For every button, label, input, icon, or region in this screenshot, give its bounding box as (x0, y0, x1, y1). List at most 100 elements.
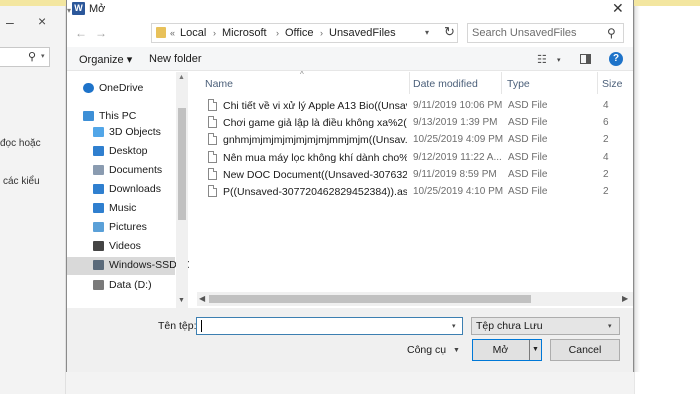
nav-item[interactable]: Pictures (93, 219, 175, 237)
file-icon (208, 116, 217, 129)
sort-ascending-icon: ^ (300, 70, 304, 79)
breadcrumb-separator-icon[interactable]: › (276, 28, 279, 38)
file-icon (208, 167, 217, 180)
chevron-down-icon[interactable]: ▾ (608, 322, 612, 330)
dialog-titlebar: W Mở ✕ (67, 0, 633, 18)
chevron-down-icon[interactable]: ▾ (557, 56, 561, 64)
column-header-name[interactable]: Name (205, 78, 233, 90)
new-folder-button[interactable]: New folder (149, 53, 202, 65)
nav-item[interactable]: 3D Objects (93, 124, 175, 142)
file-name-combobox[interactable] (196, 317, 463, 335)
file-row[interactable]: P((Unsaved-307720462829452384)).asd 10/25… (205, 183, 625, 200)
drive-icon (93, 280, 104, 290)
nav-item[interactable]: Windows-SSD (C (67, 257, 189, 275)
search-box[interactable]: ⚲ (467, 23, 624, 43)
scroll-down-arrow-icon[interactable]: ▼ (178, 297, 185, 304)
cloud-icon (83, 83, 94, 93)
close-icon[interactable]: × (38, 13, 46, 29)
scroll-left-arrow-icon[interactable]: ◀ (199, 294, 205, 303)
file-row[interactable]: gnhmjmjmjmjmjmjmjmjmmjmjm((Unsav... 10/25… (205, 131, 625, 148)
file-size: 4 (603, 151, 609, 163)
breadcrumb-segment[interactable]: Local (180, 27, 206, 39)
scroll-up-arrow-icon[interactable]: ▲ (178, 74, 185, 81)
column-header-date-modified[interactable]: Date modified (413, 78, 478, 90)
file-size: 2 (603, 186, 609, 197)
tools-button[interactable]: Công cụ (407, 344, 446, 356)
nav-item-label: Videos (109, 240, 141, 252)
file-size: 2 (603, 168, 609, 180)
file-type: ASD File (508, 168, 548, 180)
forward-arrow-icon[interactable]: → (95, 26, 107, 40)
nav-item-label: OneDrive (99, 82, 144, 94)
preview-pane-icon[interactable] (580, 54, 591, 64)
scrollbar-thumb[interactable] (209, 295, 531, 303)
nav-item-label: 3D Objects (109, 126, 161, 138)
minimize-icon[interactable]: – (6, 14, 14, 30)
nav-item[interactable]: OneDrive (83, 80, 175, 98)
file-row[interactable]: Chi tiết về vi xử lý Apple A13 Bio((Unsa… (205, 97, 625, 114)
scroll-right-arrow-icon[interactable]: ▶ (622, 294, 628, 303)
file-type: ASD File (508, 186, 548, 197)
background-document-area (634, 6, 700, 394)
file-type: ASD File (508, 100, 548, 111)
desktop-icon (93, 146, 104, 156)
column-header-size[interactable]: Size (602, 78, 622, 90)
open-button[interactable]: Mở ▼ (472, 339, 542, 361)
navigation-pane: OneDrive This PC 3D Objects Desktop Document… (67, 72, 189, 308)
nav-item[interactable]: Downloads (93, 181, 175, 199)
help-icon[interactable]: ? (609, 52, 623, 66)
search-icon[interactable]: ⚲ (607, 26, 616, 40)
refresh-icon[interactable]: ↻ (444, 24, 455, 40)
file-row[interactable]: Chơi game giả lập là điều không xa%2((..… (205, 114, 625, 131)
nav-item-label: Downloads (109, 183, 161, 195)
nav-item[interactable]: Music (93, 200, 175, 218)
file-row[interactable]: Nên mua máy lọc không khí dành cho%2... 9… (205, 149, 625, 166)
column-divider[interactable] (501, 72, 502, 94)
nav-item-label: Documents (109, 164, 163, 176)
file-type-select[interactable]: Tệp chưa Lưu ▾ (471, 317, 620, 335)
word-app-icon: W (72, 2, 85, 15)
address-dropdown-icon[interactable]: ▾ (425, 28, 429, 37)
breadcrumb-segment[interactable]: UnsavedFiles (329, 27, 396, 39)
nav-item[interactable]: Videos (93, 238, 175, 256)
nav-item[interactable]: Data (D:) (93, 277, 175, 295)
background-bottom-area (66, 372, 634, 394)
back-arrow-icon[interactable]: ← (75, 26, 87, 40)
videos-icon (93, 241, 104, 251)
search-icon[interactable]: ⚲ (28, 50, 36, 63)
cancel-button[interactable]: Cancel (550, 339, 620, 361)
file-size: 2 (603, 134, 609, 146)
nav-item-label: Music (109, 202, 137, 214)
file-icon (208, 150, 217, 163)
column-divider[interactable] (409, 72, 410, 94)
breadcrumb-segment[interactable]: Office (285, 27, 314, 39)
file-name-input[interactable] (201, 319, 441, 333)
file-name-label: Tên tệp: (158, 320, 197, 332)
file-icon (208, 185, 217, 197)
breadcrumb-segment[interactable]: Microsoft (222, 27, 267, 39)
file-row[interactable]: New DOC Document((Unsaved-3076323... 9/11… (205, 166, 625, 183)
open-options-chevron-icon[interactable]: ▼ (532, 346, 539, 353)
nav-item[interactable]: Desktop (93, 143, 175, 161)
column-divider[interactable] (597, 72, 598, 94)
view-options-icon[interactable]: ☷ (537, 53, 547, 66)
documents-icon (93, 165, 104, 175)
file-type-value: Tệp chưa Lưu (476, 320, 543, 332)
scrollbar-thumb[interactable] (178, 108, 186, 220)
split-divider (529, 340, 530, 360)
chevron-down-icon[interactable]: ▼ (453, 347, 460, 354)
file-date-modified: 9/12/2019 11:22 A... (413, 151, 502, 163)
overflow-chevron-icon[interactable]: « (170, 28, 175, 38)
search-input[interactable] (472, 26, 602, 40)
close-icon[interactable]: ✕ (612, 0, 624, 17)
organize-button[interactable]: Organize ▾ (79, 53, 132, 66)
column-header-type[interactable]: Type (507, 78, 530, 90)
breadcrumb-separator-icon[interactable]: › (213, 28, 216, 38)
file-size: 6 (603, 117, 609, 129)
breadcrumb-separator-icon[interactable]: › (320, 28, 323, 38)
nav-item[interactable]: Documents (93, 162, 175, 180)
address-bar[interactable]: « Local › Microsoft › Office › UnsavedFi… (151, 23, 458, 43)
chevron-down-icon[interactable]: ▾ (452, 322, 456, 330)
file-size: 4 (603, 100, 609, 111)
chevron-down-icon[interactable]: ▾ (41, 52, 45, 60)
